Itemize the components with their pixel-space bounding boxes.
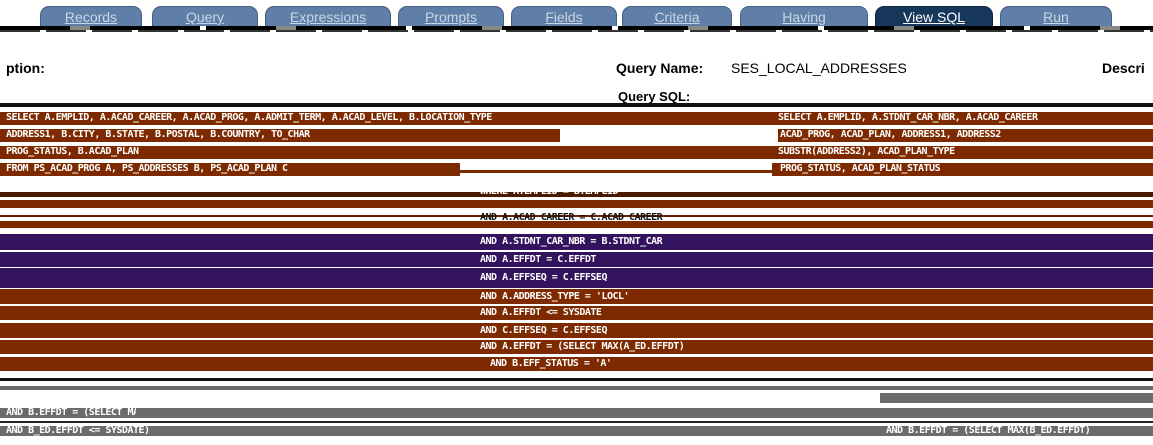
tab-strip: Records Query Expressions Prompts Fields…: [0, 0, 1153, 34]
sql-line-right: AND B.EFFDT = (SELECT MAX(B_ED.EFFDT): [886, 425, 1091, 436]
sql-rule: [0, 103, 1153, 107]
query-sql-label: Query SQL:: [618, 89, 691, 104]
sql-line: PROG_STATUS, B.ACAD_PLAN: [6, 146, 139, 157]
sql-line: ADDRESS1, B.CITY, B.STATE, B.POSTAL, B.C…: [6, 129, 310, 140]
sql-line-bg: [880, 393, 1153, 403]
sql-line: AND C.EFFSEQ = C.EFFSEQ: [480, 325, 607, 336]
tab-query[interactable]: Query: [152, 6, 258, 26]
sql-line: AND A.ADDRESS_TYPE = 'LOCL': [480, 291, 630, 302]
tab-view-sql[interactable]: View SQL: [875, 6, 993, 26]
sql-line-right: PROG_STATUS, ACAD_PLAN_STATUS: [780, 163, 941, 174]
sql-line-bg: [0, 221, 1153, 228]
sql-rule: [460, 170, 772, 173]
tab-underline-shadow: [0, 30, 1153, 32]
sql-line: AND A.EFFDT = C.EFFDT: [480, 254, 596, 265]
sql-line-bg: [0, 408, 1153, 418]
sql-line: AND B.EFF_STATUS = 'A': [490, 358, 612, 369]
sql-rule: [0, 378, 1153, 381]
tab-criteria[interactable]: Criteria: [622, 6, 732, 26]
sql-line: AND A.EFFDT <= SYSDATE: [480, 307, 602, 318]
sql-line: SELECT A.EMPLID, A.ACAD_CAREER, A.ACAD_P…: [6, 112, 492, 123]
description-label: ption:: [6, 60, 45, 76]
sql-gap: [0, 126, 1153, 128]
sql-line: AND B_ED.EFFDT <= SYSDATE): [6, 425, 150, 436]
query-name-value: SES_LOCAL_ADDRESSES: [731, 60, 907, 76]
sql-line-bg: [0, 200, 1153, 208]
sql-rule: [0, 421, 1153, 423]
sql-line: WHERE A.EMPLID = B.EMPLID: [480, 186, 619, 197]
sql-line-right: ACAD_PROG, ACAD_PLAN, ADDRESS1, ADDRESS2: [780, 129, 1001, 140]
sql-line: AND A.STDNT_CAR_NBR = B.STDNT_CAR: [480, 236, 663, 247]
sql-line-bg: [0, 386, 1153, 390]
tab-run[interactable]: Run: [1000, 6, 1112, 26]
sql-line: AND A.EFFSEQ = C.EFFSEQ: [480, 272, 607, 283]
tab-records[interactable]: Records: [40, 6, 142, 26]
sql-line: FROM PS_ACAD_PROG A, PS_ADDRESSES B, PS_…: [6, 163, 288, 174]
tab-prompts[interactable]: Prompts: [398, 6, 504, 26]
sql-line-right: SUBSTR(ADDRESS2), ACAD_PLAN_TYPE: [778, 146, 955, 157]
tab-expressions[interactable]: Expressions: [265, 6, 391, 26]
tab-fields[interactable]: Fields: [511, 6, 617, 26]
description-label-right: Descri: [1102, 60, 1145, 76]
sql-line: AND B.EFFDT = (SELECT MAX(B_ED.EFFDT) FR…: [6, 407, 136, 418]
sql-line-right: SELECT A.EMPLID, A.STDNT_CAR_NBR, A.ACAD…: [778, 112, 1038, 123]
sql-line: AND A.EFFDT = (SELECT MAX(A_ED.EFFDT): [480, 341, 685, 352]
query-name-label: Query Name:: [616, 60, 704, 76]
tab-having[interactable]: Having: [740, 6, 868, 26]
